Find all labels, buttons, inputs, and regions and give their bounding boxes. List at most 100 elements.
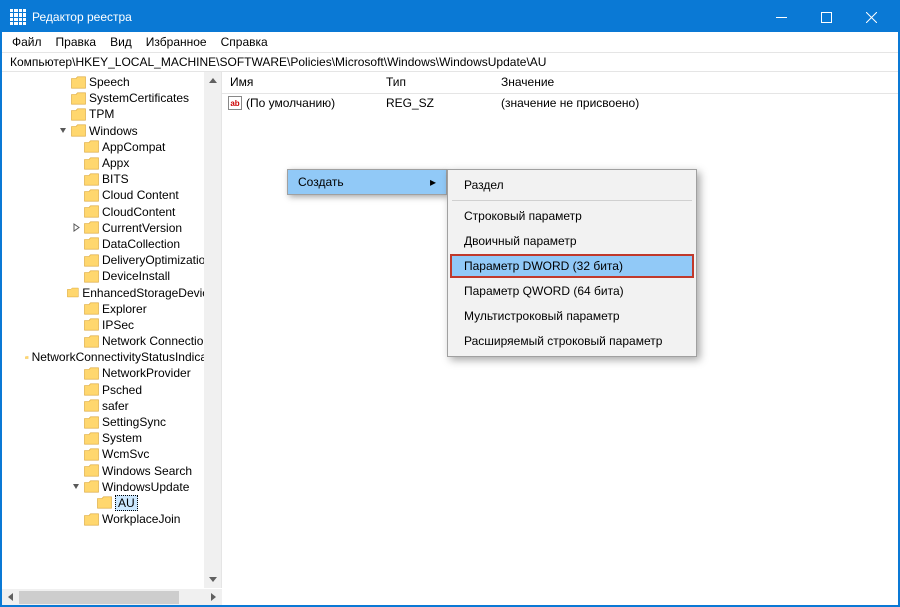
menu-file[interactable]: Файл [6,34,48,50]
expander-icon[interactable] [71,465,82,476]
expander-icon[interactable] [84,497,95,508]
expander-icon[interactable] [57,287,66,298]
tree-item[interactable]: NetworkProvider [2,365,221,381]
tree-item[interactable]: safer [2,398,221,414]
tree-item[interactable]: IPSec [2,317,221,333]
expander-icon[interactable] [71,400,82,411]
tree-item[interactable]: DataCollection [2,236,221,252]
tree-item[interactable]: BITS [2,171,221,187]
maximize-button[interactable] [804,2,849,32]
tree-item-label: Psched [102,383,142,397]
tree-item[interactable]: SettingSync [2,414,221,430]
list-body[interactable]: ab (По умолчанию) REG_SZ (значение не пр… [222,94,898,588]
tree-item[interactable]: Windows [2,123,221,139]
menu-item-binary[interactable]: Двоичный параметр [450,229,694,253]
tree-item[interactable]: SystemCertificates [2,90,221,106]
expander-icon[interactable] [21,352,23,363]
scroll-left-icon[interactable] [2,589,19,605]
scroll-up-icon[interactable] [204,72,221,89]
expander-icon[interactable] [71,417,82,428]
tree-panel[interactable]: SpeechSystemCertificatesTPM WindowsAppCom… [2,72,222,588]
tree-item-label: Appx [102,156,129,170]
menu-view[interactable]: Вид [104,34,138,50]
expander-icon[interactable] [71,190,82,201]
tree-item-label: WorkplaceJoin [102,512,180,526]
tree-item[interactable]: Psched [2,382,221,398]
expander-icon[interactable] [71,481,82,492]
menu-edit[interactable]: Правка [50,34,103,50]
expander-icon[interactable] [58,93,69,104]
scrollbar-thumb[interactable] [19,591,179,604]
tree-item[interactable]: Appx [2,155,221,171]
tree-item-label: Cloud Content [102,188,179,202]
app-icon [10,9,26,25]
expander-icon[interactable] [58,109,69,120]
tree-item-label: AppCompat [102,140,165,154]
expander-icon[interactable] [71,238,82,249]
expander-icon[interactable] [71,449,82,460]
expander-icon[interactable] [71,174,82,185]
menu-item-string[interactable]: Строковый параметр [450,204,694,228]
tree-item[interactable]: TPM [2,106,221,122]
expander-icon[interactable] [71,255,82,266]
column-type[interactable]: Тип [378,72,493,93]
tree-item[interactable]: DeliveryOptimization [2,252,221,268]
expander-icon[interactable] [71,271,82,282]
menu-item-create[interactable]: Создать ▸ [288,170,446,194]
close-button[interactable] [849,2,894,32]
tree-item[interactable]: Windows Search [2,463,221,479]
menu-favorites[interactable]: Избранное [140,34,213,50]
menu-item-key[interactable]: Раздел [450,173,694,197]
expander-icon[interactable] [71,319,82,330]
menu-item-multistring[interactable]: Мультистроковый параметр [450,304,694,328]
tree-item[interactable]: WorkplaceJoin [2,511,221,527]
tree-item[interactable]: EnhancedStorageDevices [2,284,221,300]
column-data[interactable]: Значение [493,72,898,93]
tree-item[interactable]: CloudContent [2,204,221,220]
tree-item[interactable]: WcmSvc [2,446,221,462]
tree-item[interactable]: System [2,430,221,446]
menu-item-dword[interactable]: Параметр DWORD (32 бита) [450,254,694,278]
expander-icon[interactable] [58,77,69,88]
tree-item-label: NetworkConnectivityStatusIndicator [32,350,221,364]
tree-item[interactable]: Cloud Content [2,187,221,203]
tree-item[interactable]: Speech [2,74,221,90]
expander-icon[interactable] [71,336,82,347]
address-bar[interactable]: Компьютер\HKEY_LOCAL_MACHINE\SOFTWARE\Po… [2,52,898,72]
expander-icon[interactable] [71,206,82,217]
tree-scrollbar-horizontal[interactable] [2,588,222,605]
tree-item[interactable]: Network Connections [2,333,221,349]
tree-item-label: TPM [89,107,114,121]
expander-icon[interactable] [71,433,82,444]
tree-item[interactable]: Explorer [2,301,221,317]
scroll-right-icon[interactable] [205,589,222,605]
menu-item-expandstring[interactable]: Расширяемый строковый параметр [450,329,694,353]
tree-item[interactable]: DeviceInstall [2,268,221,284]
scroll-down-icon[interactable] [204,571,221,588]
expander-icon[interactable] [71,222,82,233]
tree-item-label: System [102,431,142,445]
tree-item[interactable]: WindowsUpdate [2,479,221,495]
menu-separator [452,200,692,201]
tree-item[interactable]: AU [2,495,221,511]
minimize-button[interactable] [759,2,804,32]
menu-item-qword[interactable]: Параметр QWORD (64 бита) [450,279,694,303]
expander-icon[interactable] [71,514,82,525]
expander-icon[interactable] [71,384,82,395]
expander-icon[interactable] [71,158,82,169]
titlebar[interactable]: Редактор реестра [2,2,898,32]
context-menu[interactable]: Создать ▸ [287,169,447,195]
tree-item[interactable]: AppCompat [2,139,221,155]
tree-scrollbar-vertical[interactable] [204,72,221,588]
menu-help[interactable]: Справка [215,34,274,50]
tree-item[interactable]: NetworkConnectivityStatusIndicator [2,349,221,365]
expander-icon[interactable] [58,125,69,136]
tree-item-label: Speech [89,75,130,89]
tree-item[interactable]: CurrentVersion [2,220,221,236]
expander-icon[interactable] [71,303,82,314]
expander-icon[interactable] [71,368,82,379]
context-submenu[interactable]: Раздел Строковый параметр Двоичный парам… [447,169,697,357]
column-name[interactable]: Имя [222,72,378,93]
list-item[interactable]: ab (По умолчанию) REG_SZ (значение не пр… [222,94,898,112]
expander-icon[interactable] [71,141,82,152]
